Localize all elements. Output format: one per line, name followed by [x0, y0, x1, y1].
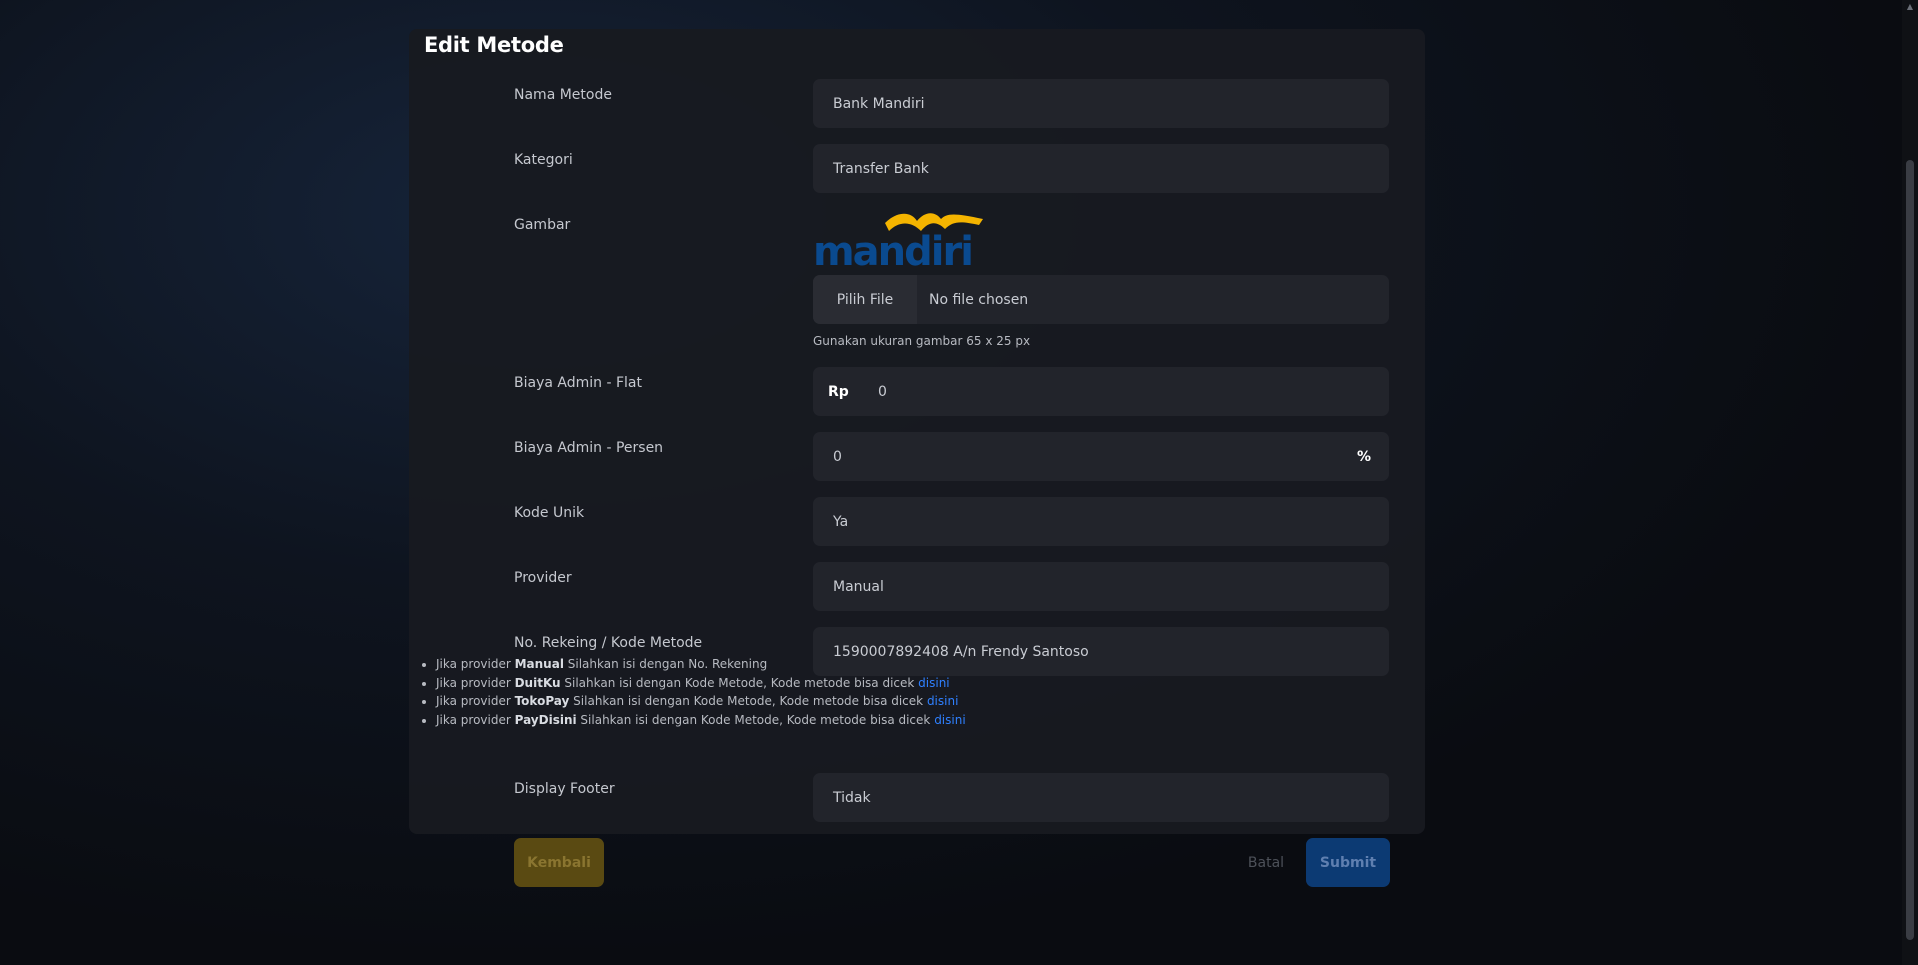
provider-note-item: Jika provider Manual Silahkan isi dengan… [436, 655, 966, 674]
nama-metode-value: Bank Mandiri [833, 95, 925, 112]
kategori-value: Transfer Bank [833, 160, 929, 177]
gambar-file-input[interactable]: Pilih File No file chosen [813, 275, 1389, 324]
provider-notes-list: Jika provider Manual Silahkan isi dengan… [420, 655, 966, 729]
display-footer-label: Display Footer [514, 781, 615, 797]
modal-title: Edit Metode [424, 33, 564, 57]
cancel-button[interactable]: Batal [1245, 838, 1287, 887]
kode-unik-select[interactable]: Ya [813, 497, 1389, 546]
percent-suffix: % [1356, 448, 1371, 465]
nama-metode-input[interactable]: Bank Mandiri [813, 79, 1389, 128]
gambar-label: Gambar [514, 217, 571, 233]
provider-value: Manual [833, 578, 884, 595]
kode-unik-label: Kode Unik [514, 505, 585, 521]
biaya-persen-value: 0 [833, 448, 842, 465]
paydisini-disini-link[interactable]: disini [934, 713, 965, 727]
kategori-label: Kategori [514, 152, 573, 168]
display-footer-value: Tidak [833, 789, 871, 806]
kategori-select[interactable]: Transfer Bank [813, 144, 1389, 193]
biaya-persen-label: Biaya Admin - Persen [514, 440, 664, 456]
provider-note-item: Jika provider DuitKu Silahkan isi dengan… [436, 674, 966, 693]
provider-label: Provider [514, 570, 572, 586]
scroll-thumb[interactable] [1906, 160, 1914, 940]
mandiri-logo: mandiri [813, 209, 993, 275]
back-button[interactable]: Kembali [514, 838, 604, 887]
mandiri-logo-text: mandiri [813, 229, 972, 269]
submit-button[interactable]: Submit [1306, 838, 1390, 887]
tokopay-disini-link[interactable]: disini [927, 694, 958, 708]
display-footer-select[interactable]: Tidak [813, 773, 1389, 822]
provider-note-item: Jika provider TokoPay Silahkan isi denga… [436, 692, 966, 711]
page-scrollbar[interactable]: ▲ [1902, 0, 1918, 965]
biaya-persen-input[interactable]: 0 % [813, 432, 1389, 481]
biaya-flat-value: 0 [878, 383, 887, 400]
scroll-up-arrow-icon[interactable]: ▲ [1906, 2, 1914, 12]
rupiah-prefix: Rp [828, 383, 849, 400]
provider-note-item: Jika provider PayDisini Silahkan isi den… [436, 711, 966, 730]
kode-unik-value: Ya [833, 513, 849, 530]
biaya-flat-input[interactable]: Rp 0 [813, 367, 1389, 416]
duitku-disini-link[interactable]: disini [918, 676, 949, 690]
file-status-text: No file chosen [929, 291, 1029, 308]
rekening-label: No. Rekeing / Kode Metode [514, 635, 703, 651]
choose-file-button[interactable]: Pilih File [813, 275, 917, 324]
gambar-size-hint: Gunakan ukuran gambar 65 x 25 px [813, 334, 1031, 348]
biaya-flat-label: Biaya Admin - Flat [514, 375, 642, 391]
nama-metode-label: Nama Metode [514, 87, 612, 103]
provider-select[interactable]: Manual [813, 562, 1389, 611]
